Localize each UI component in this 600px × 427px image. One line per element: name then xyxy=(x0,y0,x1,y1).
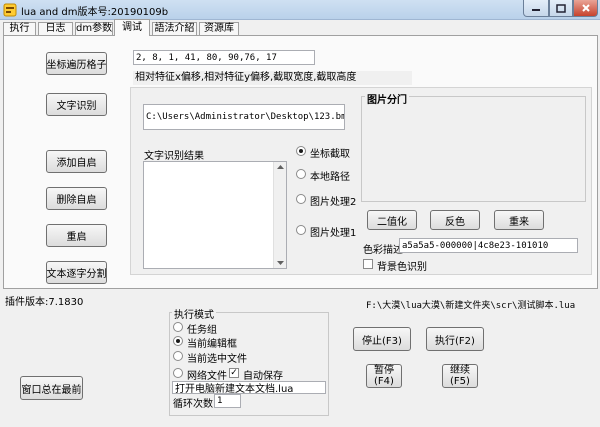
autosave-label: 自动保存 xyxy=(243,371,283,382)
radio-current-editor-dot xyxy=(173,336,183,346)
invert-button[interactable]: 反色 xyxy=(430,210,480,230)
run-button[interactable]: 执行(F2) xyxy=(426,327,484,351)
color-desc-input[interactable]: a5a5a5-000000|4c8e23-101010 xyxy=(399,238,578,253)
radio-current-editor[interactable]: 当前编辑框 xyxy=(173,335,253,350)
exec-mode-title: 执行模式 xyxy=(172,306,216,321)
coords-input[interactable]: 2, 8, 1, 41, 80, 90,76, 17 xyxy=(133,50,315,65)
radio-network-file-dot xyxy=(173,368,183,378)
image-path-input[interactable]: C:\Users\Administrator\Desktop\123.bmp xyxy=(143,104,345,130)
maximize-button[interactable] xyxy=(549,0,573,17)
ocr-result-textarea[interactable] xyxy=(143,161,287,269)
delete-autostart-button[interactable]: 删除自启 xyxy=(46,187,107,210)
traverse-grid-button[interactable]: 坐标遍历格子 xyxy=(46,52,107,75)
tab-execute[interactable]: 执行 xyxy=(3,22,36,35)
open-file-input[interactable]: 打开电脑新建文本文档.lua xyxy=(172,381,326,394)
radio-img-proc1[interactable]: 图片处理1 xyxy=(296,224,364,239)
ocr-button[interactable]: 文字识别 xyxy=(46,93,107,116)
bg-color-recog-checkbox[interactable]: 背景色识别 xyxy=(363,258,443,273)
tab-syntax[interactable]: 語法介紹 xyxy=(152,22,197,35)
continue-button[interactable]: 继续 (F5) xyxy=(442,364,478,388)
radio-task-group-label: 任务组 xyxy=(187,325,217,336)
autosave-check-icon: ✓ xyxy=(229,368,239,378)
scroll-up-icon xyxy=(277,165,284,169)
tab-dm-params[interactable]: dm参数 xyxy=(75,22,113,35)
pause-button[interactable]: 暂停 (F4) xyxy=(366,364,402,388)
reload-button[interactable]: 重来 xyxy=(494,210,544,230)
bg-color-recog-box xyxy=(363,259,373,269)
pause-button-hotkey: (F4) xyxy=(374,376,394,387)
ocr-result-label: 文字识别结果 xyxy=(144,151,204,162)
radio-coord-capture[interactable]: 坐标截取 xyxy=(296,145,356,160)
radio-task-group[interactable]: 任务组 xyxy=(173,321,243,336)
window-title: lua and dm版本号:20190109b xyxy=(21,7,169,18)
add-autostart-button[interactable]: 添加自启 xyxy=(46,150,107,173)
restart-button[interactable]: 重启 xyxy=(46,224,107,247)
continue-button-label: 继续 xyxy=(450,365,470,376)
always-on-top-button[interactable]: 窗口总在最前 xyxy=(20,376,83,400)
script-path: F:\大漠\lua大漠\新建文件夹\scr\测试脚本.lua xyxy=(366,301,576,311)
radio-network-file-label: 网络文件 xyxy=(187,371,227,382)
pause-button-label: 暂停 xyxy=(374,365,394,376)
coords-hint: 相对特征x偏移,相对特征y偏移,截取宽度,截取高度 xyxy=(133,71,412,85)
stop-button[interactable]: 停止(F3) xyxy=(353,327,411,351)
radio-network-file[interactable]: 网络文件 xyxy=(173,367,233,382)
radio-img-proc1-label: 图片处理1 xyxy=(310,228,357,239)
autosave-checkbox[interactable]: ✓ 自动保存 xyxy=(229,367,299,382)
radio-current-editor-label: 当前编辑框 xyxy=(187,339,237,350)
loop-count-label: 循环次数 xyxy=(173,399,213,410)
radio-coord-capture-dot xyxy=(296,146,306,156)
binarize-button[interactable]: 二值化 xyxy=(367,210,417,230)
tab-resources[interactable]: 资源库 xyxy=(199,22,239,35)
radio-img-proc2-dot xyxy=(296,194,306,204)
radio-local-path-dot xyxy=(296,169,306,179)
radio-img-proc2[interactable]: 图片处理2 xyxy=(296,193,364,208)
radio-task-group-dot xyxy=(173,322,183,332)
close-button[interactable] xyxy=(573,0,598,17)
scroll-down-icon xyxy=(277,261,284,265)
radio-coord-capture-label: 坐标截取 xyxy=(310,149,350,160)
minimize-icon xyxy=(532,9,540,11)
text-split-button[interactable]: 文本逐字分割 xyxy=(46,261,107,284)
bg-color-recog-label: 背景色识别 xyxy=(377,262,427,273)
close-icon xyxy=(581,4,590,12)
radio-local-path[interactable]: 本地路径 xyxy=(296,168,356,183)
tab-log[interactable]: 日志 xyxy=(38,22,73,35)
title-bar: lua and dm版本号:20190109b xyxy=(0,0,600,20)
maximize-icon xyxy=(556,3,566,13)
app-icon xyxy=(3,3,17,17)
ocr-result-scrollbar[interactable] xyxy=(273,162,286,268)
radio-current-selection[interactable]: 当前选中文件 xyxy=(173,350,263,365)
loop-count-input[interactable]: 1 xyxy=(214,394,241,408)
radio-current-selection-label: 当前选中文件 xyxy=(187,354,247,365)
color-desc-label: 色彩描述 xyxy=(363,245,403,256)
image-preview-label: 图片分门 xyxy=(365,91,409,106)
radio-img-proc1-dot xyxy=(296,225,306,235)
minimize-button[interactable] xyxy=(523,0,549,17)
radio-current-selection-dot xyxy=(173,351,183,361)
tab-debug[interactable]: 调试 xyxy=(114,19,150,36)
radio-img-proc2-label: 图片处理2 xyxy=(310,197,357,208)
continue-button-hotkey: (F5) xyxy=(450,376,470,387)
plugin-version: 插件版本:7.1830 xyxy=(5,297,84,308)
radio-local-path-label: 本地路径 xyxy=(310,172,350,183)
image-preview-group xyxy=(361,96,586,202)
